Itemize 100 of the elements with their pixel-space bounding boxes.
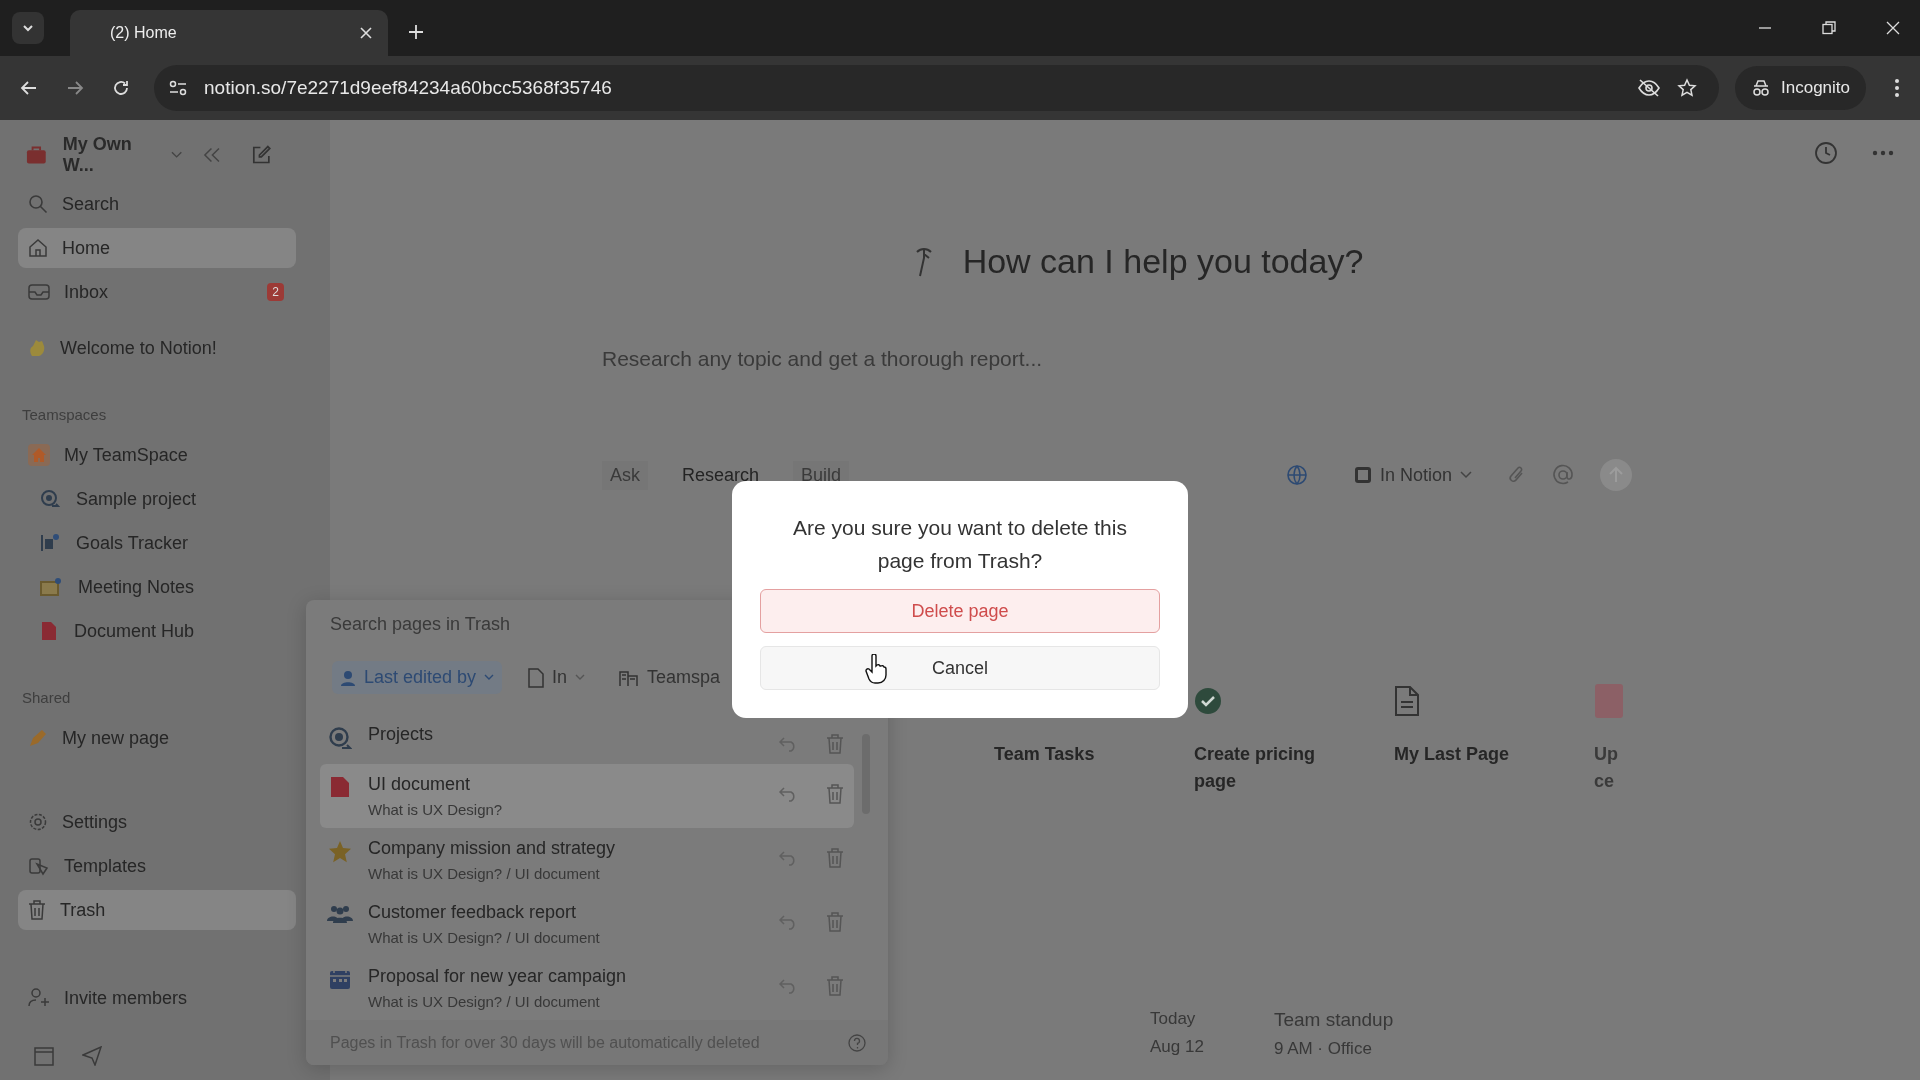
sidebar-item[interactable]: Sample project xyxy=(18,479,296,519)
calendar-icon[interactable] xyxy=(34,1046,54,1066)
sidebar-item[interactable]: Goals Tracker xyxy=(18,523,296,563)
prompt-field[interactable]: Research any topic and get a thorough report... xyxy=(602,347,1202,371)
building-icon xyxy=(619,668,640,687)
target-icon xyxy=(40,489,60,509)
trash-row[interactable]: Proposal for new year campaign What is UX Design? / UI document xyxy=(320,956,854,1020)
chevron-down-icon[interactable] xyxy=(171,151,183,159)
trash-icon[interactable] xyxy=(826,912,844,932)
forward-icon[interactable] xyxy=(66,79,84,97)
sidebar-item[interactable]: Document Hub xyxy=(18,611,296,651)
globe-icon[interactable] xyxy=(1285,464,1308,486)
chevron-down-icon xyxy=(575,674,586,681)
card-title: Up ce xyxy=(1594,743,1619,793)
close-icon[interactable] xyxy=(360,27,372,39)
inbox-icon xyxy=(28,283,50,301)
page-card[interactable]: My Last Page xyxy=(1382,649,1572,819)
page-heading: How can I help you today? xyxy=(962,242,1364,281)
send-button[interactable] xyxy=(1600,459,1632,491)
sidebar-item[interactable]: Welcome to Notion! xyxy=(18,328,296,368)
cancel-button[interactable]: Cancel xyxy=(760,646,1160,690)
page-card[interactable]: Up ce xyxy=(1582,649,1642,819)
collapse-sidebar-icon[interactable] xyxy=(202,147,222,163)
page-title: UI document xyxy=(368,774,472,795)
trash-icon xyxy=(28,900,46,920)
trash-icon[interactable] xyxy=(826,734,844,754)
sidebar-item[interactable]: Meeting Notes xyxy=(18,567,296,607)
sidebar-item[interactable]: Settings xyxy=(18,802,296,842)
incognito-icon xyxy=(1751,79,1771,97)
briefcase-icon xyxy=(26,145,47,165)
calendar-icon xyxy=(329,968,351,990)
calendar-icon xyxy=(40,577,62,597)
reload-icon[interactable] xyxy=(112,79,130,97)
menu-icon[interactable] xyxy=(1894,78,1900,98)
star-icon xyxy=(328,840,352,864)
filter-chip[interactable]: Last edited by xyxy=(332,661,503,694)
star-icon[interactable] xyxy=(1677,78,1697,98)
pencil-icon xyxy=(28,728,48,748)
page-path: What is UX Design? / UI document xyxy=(368,865,601,882)
sidebar-item[interactable]: Search xyxy=(18,184,296,224)
trash-row[interactable]: Company mission and strategy What is UX Design? / UI document xyxy=(320,828,854,892)
more-icon[interactable] xyxy=(1872,150,1894,156)
delete-page-button[interactable]: Delete page xyxy=(760,589,1160,633)
mode-tab[interactable]: Ask xyxy=(602,460,648,490)
back-icon[interactable] xyxy=(20,79,38,97)
page-path: What is UX Design? / UI document xyxy=(368,929,601,946)
event-date: Aug 12 xyxy=(1150,1037,1204,1057)
page-title: Projects xyxy=(368,724,435,745)
mode-tab[interactable]: Research xyxy=(674,460,768,490)
sidebar-item[interactable]: Trash xyxy=(18,890,296,930)
trash-row[interactable]: Projects xyxy=(320,714,854,764)
page-title: Customer feedback report xyxy=(368,902,578,923)
workspace-switcher[interactable]: My Own W... xyxy=(62,134,162,176)
trash-icon[interactable] xyxy=(826,976,844,996)
invite-person-icon xyxy=(28,987,50,1009)
chevron-down-icon xyxy=(484,674,495,681)
profile-button[interactable]: Incognito xyxy=(1735,66,1866,110)
help-icon[interactable] xyxy=(848,1033,866,1052)
trash-row[interactable]: UI document What is UX Design? xyxy=(320,764,854,828)
page-path: What is UX Design? xyxy=(368,801,504,818)
send-icon[interactable] xyxy=(82,1046,102,1066)
compose-icon[interactable] xyxy=(251,144,272,166)
new-tab-icon[interactable] xyxy=(408,24,424,40)
eye-off-icon[interactable] xyxy=(1637,79,1661,97)
sidebar-item[interactable]: Invite members xyxy=(18,978,296,1018)
mention-icon[interactable] xyxy=(1552,464,1574,486)
event-day: Today xyxy=(1150,1009,1204,1029)
document-icon xyxy=(528,667,545,688)
hand-cursor-icon xyxy=(865,654,887,684)
event-detail: 9 AM · Office xyxy=(1273,1039,1373,1059)
book-icon xyxy=(1594,683,1624,719)
search-icon xyxy=(28,194,48,214)
trash-icon[interactable] xyxy=(826,848,844,868)
scope-dropdown[interactable]: In Notion xyxy=(1353,464,1472,486)
filter-chip[interactable]: In xyxy=(520,661,594,694)
sidebar-item[interactable]: Home xyxy=(18,228,296,268)
home-icon xyxy=(28,238,48,258)
browser-tab[interactable]: (2) Home xyxy=(70,10,388,56)
tab-title: (2) Home xyxy=(110,24,178,42)
check-circle-icon xyxy=(1194,687,1222,715)
address-bar[interactable]: notion.so/7e2271d9eef84234a60bcc5368f35746 xyxy=(154,65,1719,111)
trash-row[interactable]: Customer feedback report What is UX Design? / UI document xyxy=(320,892,854,956)
card-title: Create pricing page xyxy=(1194,743,1317,793)
tab-search-button[interactable] xyxy=(12,12,44,44)
sidebar-item[interactable]: Templates xyxy=(18,846,296,886)
sidebar-item[interactable]: My TeamSpace xyxy=(18,435,296,475)
sidebar-item[interactable]: My new page xyxy=(18,718,296,758)
restore-icon[interactable] xyxy=(1822,21,1836,35)
person-icon xyxy=(340,669,356,686)
sidebar-item[interactable]: Inbox 2 xyxy=(18,272,296,312)
document-icon xyxy=(40,621,58,641)
page-card[interactable]: Create pricing page xyxy=(1182,649,1372,819)
site-settings-icon[interactable] xyxy=(168,80,188,96)
chevron-down-icon xyxy=(1460,471,1472,479)
close-icon[interactable] xyxy=(1886,21,1900,35)
chart-icon xyxy=(40,533,60,553)
clock-icon[interactable] xyxy=(1814,141,1838,165)
trash-icon[interactable] xyxy=(826,784,844,804)
filter-chip[interactable]: Teamspa xyxy=(611,661,729,694)
app-logo-icon xyxy=(1353,466,1372,484)
